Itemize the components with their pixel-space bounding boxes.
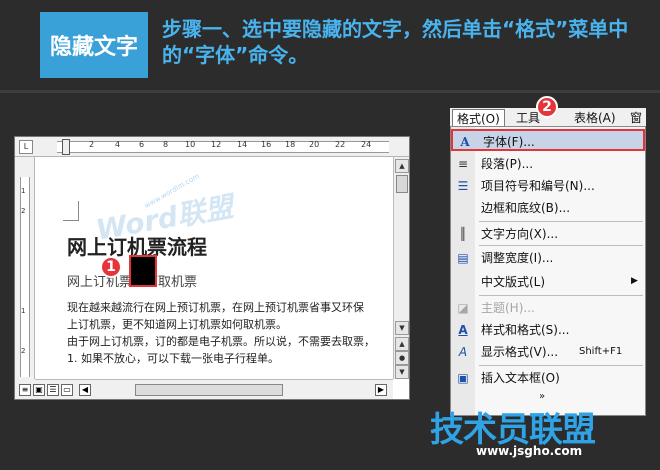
menu-item-font[interactable]: A 字体(F)...	[451, 129, 645, 151]
format-dropdown-menu: A 字体(F)... ≡ 段落(P)... ☰ 项目符号和编号(N)... 边框…	[450, 126, 646, 416]
menu-item-text-direction[interactable]: ║ 文字方向(X)...	[451, 223, 645, 245]
menu-item-insert-textbox[interactable]: ▣ 插入文本框(O)	[451, 367, 645, 389]
vruler-label: 2	[21, 207, 26, 215]
vruler-label: 1	[21, 307, 26, 315]
ruler-label: 14	[237, 140, 248, 149]
menu-item-asian-layout[interactable]: 中文版式(L) ▶	[451, 271, 645, 293]
menu-format[interactable]: 格式(O)	[452, 109, 505, 127]
menu-item-label: 显示格式(V)...	[481, 345, 559, 359]
menu-item-label: 段落(P)...	[481, 157, 534, 171]
theme-icon: ◪	[457, 301, 469, 315]
menu-table[interactable]: 表格(A)	[570, 109, 620, 127]
document-paragraph-line[interactable]: 现在越来越流行在网上预订机票，在网上预订机票省事又环保	[67, 299, 393, 316]
menu-item-fit-text[interactable]: ▤ 调整宽度(I)...	[451, 247, 645, 269]
select-browse-object-button[interactable]: ●	[395, 351, 409, 365]
margin-mark	[63, 201, 79, 221]
ruler-label: 16	[261, 140, 272, 149]
horizontal-ruler: L 2 4 6 8 10 12 14 16 18 20 22 24	[15, 137, 409, 157]
divider	[0, 90, 660, 93]
ruler-label: 4	[115, 140, 121, 149]
submenu-arrow-icon: ▶	[631, 276, 638, 286]
text-direction-icon: ║	[459, 227, 467, 241]
prev-page-button[interactable]: ▲	[395, 337, 409, 351]
menu-item-label: 中文版式(L)	[481, 275, 546, 289]
menu-window[interactable]: 窗	[626, 109, 646, 127]
document-paragraph-line[interactable]: 上订机票，更不知道网上订机票如何取机票。	[67, 316, 393, 333]
vertical-ruler: 1 2 1 2	[15, 157, 35, 379]
menu-item-theme: ◪ 主题(H)...	[451, 297, 645, 319]
scroll-thumb[interactable]	[396, 175, 408, 193]
ruler-label: 24	[361, 140, 372, 149]
indent-marker[interactable]	[62, 139, 70, 155]
menu-item-styles-formatting[interactable]: A 样式和格式(S)...	[451, 319, 645, 341]
step-badge-2: 2	[536, 96, 558, 118]
paragraph-icon: ≡	[457, 157, 469, 171]
scroll-right-button[interactable]: ▶	[375, 384, 387, 396]
menu-item-label: 边框和底纹(B)...	[481, 201, 571, 215]
reveal-formatting-icon: A	[458, 345, 468, 359]
step-badge-1: 1	[100, 256, 122, 278]
ruler-label: 12	[211, 140, 222, 149]
scroll-down-button[interactable]: ▼	[395, 321, 409, 335]
menu-item-shortcut: Shift+F1	[579, 346, 623, 357]
selected-text-highlight[interactable]	[129, 255, 157, 287]
scroll-up-button[interactable]: ▲	[395, 159, 409, 173]
menu-item-label: 主题(H)...	[481, 301, 535, 315]
tab-stop-selector[interactable]: L	[19, 140, 33, 154]
vruler-label: 2	[21, 347, 26, 355]
instruction-text: 步骤一、选中要隐藏的文字，然后单击“格式”菜单中的“字体”命令。	[162, 17, 629, 67]
next-page-button[interactable]: ▼	[395, 365, 409, 379]
ruler-label: 10	[185, 140, 196, 149]
textbox-icon: ▣	[457, 371, 469, 385]
print-view-button[interactable]: ☰	[47, 384, 59, 396]
menu-item-label: 项目符号和编号(N)...	[481, 179, 595, 193]
menu-separator	[479, 221, 643, 222]
document-paragraph-line[interactable]: 由于网上订机票，订的都是电子机票。所以说，不需要去取票，	[67, 333, 393, 350]
horizontal-scroll-thumb[interactable]	[135, 384, 283, 396]
ruler-label: 6	[139, 140, 145, 149]
asian-layout-icon	[455, 274, 471, 290]
document-page[interactable]: Word联盟 www.wordlm.com 网上订机票流程 网上订机票如何取机票…	[35, 157, 393, 379]
vruler-label: 1	[21, 187, 26, 195]
menu-separator	[479, 365, 643, 366]
ruler-label: 18	[285, 140, 296, 149]
menu-separator	[479, 295, 643, 296]
menu-item-reveal-formatting[interactable]: A 显示格式(V)... Shift+F1	[451, 341, 645, 363]
menu-item-label: 调整宽度(I)...	[481, 251, 554, 265]
menu-item-label: 样式和格式(S)...	[481, 323, 570, 337]
normal-view-button[interactable]: ≡	[19, 384, 31, 396]
horizontal-scrollbar[interactable]: ≡ ▣ ☰ ▭ ◀ ▶	[19, 379, 393, 399]
site-url: www.jsgho.com	[476, 444, 583, 458]
fit-text-icon: ▤	[457, 251, 469, 265]
menu-item-label: 文字方向(X)...	[481, 227, 559, 241]
outline-view-button[interactable]: ▭	[61, 384, 73, 396]
styles-icon: A	[458, 323, 468, 337]
menu-separator	[479, 245, 643, 246]
bullets-icon: ☰	[457, 179, 469, 193]
expand-menu-chevron-icon[interactable]: »	[539, 391, 545, 402]
vertical-scrollbar[interactable]: ▲ ▼ ▲ ● ▼	[393, 157, 409, 379]
web-view-button[interactable]: ▣	[33, 384, 45, 396]
menu-item-paragraph[interactable]: ≡ 段落(P)...	[451, 153, 645, 175]
menu-item-label: 字体(F)...	[483, 135, 535, 149]
menu-item-borders-shading[interactable]: 边框和底纹(B)...	[451, 197, 645, 219]
menu-item-bullets-numbering[interactable]: ☰ 项目符号和编号(N)...	[451, 175, 645, 197]
document-paragraph-line[interactable]: 1. 如果不放心，可以下载一张电子行程单。	[67, 350, 393, 367]
borders-icon	[455, 200, 471, 216]
ruler-label: 8	[163, 140, 169, 149]
ruler-label: 22	[335, 140, 346, 149]
scroll-left-button[interactable]: ◀	[79, 384, 91, 396]
menu-item-label: 插入文本框(O)	[481, 371, 560, 385]
page: 隐藏文字 步骤一、选中要隐藏的文字，然后单击“格式”菜单中的“字体”命令。 L …	[0, 0, 660, 470]
word-document-window: L 2 4 6 8 10 12 14 16 18 20 22 24 1 2 1 …	[14, 136, 410, 400]
ruler-label: 20	[309, 140, 320, 149]
ruler-label: 2	[89, 140, 95, 149]
page-title: 隐藏文字	[40, 12, 148, 78]
font-icon: A	[460, 135, 470, 149]
